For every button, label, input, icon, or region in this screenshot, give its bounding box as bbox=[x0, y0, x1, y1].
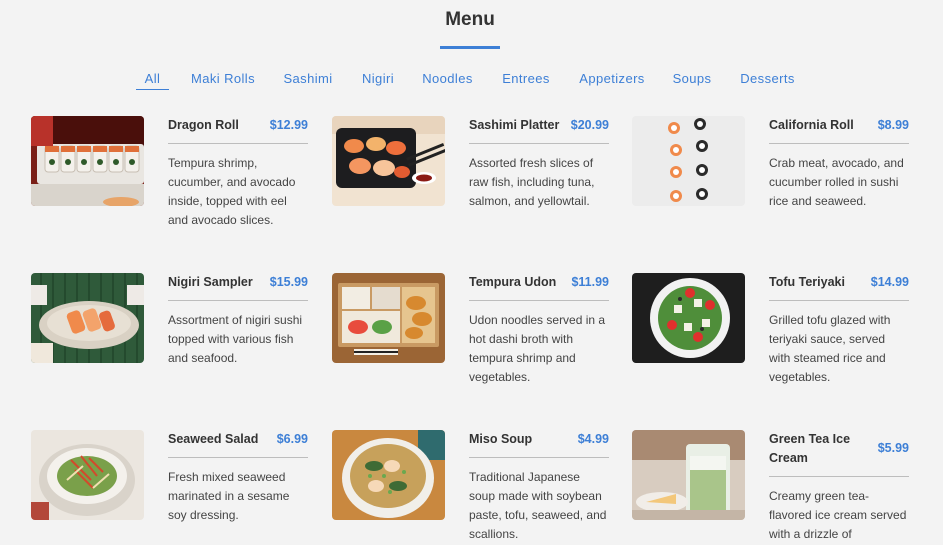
item-price: $4.99 bbox=[577, 432, 609, 446]
item-description: Creamy green tea-flavored ice cream serv… bbox=[769, 489, 907, 541]
item-name: Green Tea Ice Cream bbox=[769, 432, 851, 465]
item-price: $8.99 bbox=[877, 118, 909, 132]
page-title: Menu bbox=[445, 9, 495, 30]
salad-plate-photo bbox=[632, 273, 745, 363]
item-description: Tempura shrimp, cucumber, and avocado in… bbox=[168, 156, 296, 227]
menu-item-card[interactable]: Sashimi Platter $20.99 Assorted fresh sl… bbox=[332, 116, 610, 246]
seaweed-bowl-photo bbox=[31, 430, 144, 520]
item-description: Fresh mixed seaweed marinated in a sesam… bbox=[168, 470, 290, 522]
tab-appetizers[interactable]: Appetizers bbox=[574, 70, 650, 90]
item-name: Sashimi Platter bbox=[469, 118, 560, 132]
item-description: Udon noodles served in a hot dashi broth… bbox=[469, 313, 606, 384]
menu-item-card[interactable]: Green Tea Ice Cream $5.99 Creamy green t… bbox=[632, 430, 910, 545]
soup-bowl-photo bbox=[332, 430, 445, 520]
tab-all[interactable]: All bbox=[136, 70, 169, 90]
menu-item-card[interactable]: Tempura Udon $11.99 Udon noodles served … bbox=[332, 273, 610, 403]
item-description: Traditional Japanese soup made with soyb… bbox=[469, 470, 607, 541]
item-price: $11.99 bbox=[571, 275, 609, 289]
item-price: $15.99 bbox=[269, 275, 308, 289]
item-price: $12.99 bbox=[269, 118, 308, 132]
item-description: Crab meat, avocado, and cucumber rolled … bbox=[769, 156, 904, 208]
item-description: Assorted fresh slices of raw fish, inclu… bbox=[469, 156, 595, 208]
title-underline bbox=[440, 46, 500, 49]
item-name: Seaweed Salad bbox=[168, 432, 259, 446]
menu-item-card[interactable]: California Roll $8.99 Crab meat, avocado… bbox=[632, 116, 910, 246]
item-name: Miso Soup bbox=[469, 432, 533, 446]
bento-box-photo bbox=[332, 273, 445, 363]
nigiri-plate-photo bbox=[31, 273, 144, 363]
item-price: $14.99 bbox=[870, 275, 909, 289]
menu-page: Menu All Maki Rolls Sashimi Nigiri Noodl… bbox=[0, 0, 943, 545]
menu-item-card[interactable]: Nigiri Sampler $15.99 Assortment of nigi… bbox=[31, 273, 309, 403]
category-tabs: All Maki Rolls Sashimi Nigiri Noodles En… bbox=[0, 70, 943, 94]
menu-item-card[interactable]: Tofu Teriyaki $14.99 Grilled tofu glazed… bbox=[632, 273, 910, 403]
tab-noodles[interactable]: Noodles bbox=[417, 70, 478, 90]
item-name: California Roll bbox=[769, 118, 854, 132]
sushi-roll-photo bbox=[31, 116, 144, 206]
menu-item-card[interactable]: Seaweed Salad $6.99 Fresh mixed seaweed … bbox=[31, 430, 309, 545]
maki-pieces-photo bbox=[632, 116, 745, 206]
item-price: $5.99 bbox=[877, 441, 909, 455]
item-name: Tempura Udon bbox=[469, 275, 557, 289]
tab-sashimi[interactable]: Sashimi bbox=[278, 70, 338, 90]
matcha-drink-photo bbox=[632, 430, 745, 520]
tab-nigiri[interactable]: Nigiri bbox=[356, 70, 400, 90]
tab-soups[interactable]: Soups bbox=[667, 70, 717, 90]
item-name: Nigiri Sampler bbox=[168, 275, 253, 289]
tab-entrees[interactable]: Entrees bbox=[496, 70, 556, 90]
item-name: Dragon Roll bbox=[168, 118, 239, 132]
item-description: Assortment of nigiri sushi topped with v… bbox=[168, 313, 303, 365]
item-price: $20.99 bbox=[570, 118, 609, 132]
item-price: $6.99 bbox=[276, 432, 308, 446]
tab-desserts[interactable]: Desserts bbox=[734, 70, 801, 90]
item-name: Tofu Teriyaki bbox=[769, 275, 845, 289]
item-description: Grilled tofu glazed with teriyaki sauce,… bbox=[769, 313, 891, 384]
tab-maki-rolls[interactable]: Maki Rolls bbox=[185, 70, 261, 90]
sashimi-tray-photo bbox=[332, 116, 445, 206]
menu-item-card[interactable]: Miso Soup $4.99 Traditional Japanese sou… bbox=[332, 430, 610, 545]
menu-item-card[interactable]: Dragon Roll $12.99 Tempura shrimp, cucum… bbox=[31, 116, 309, 246]
